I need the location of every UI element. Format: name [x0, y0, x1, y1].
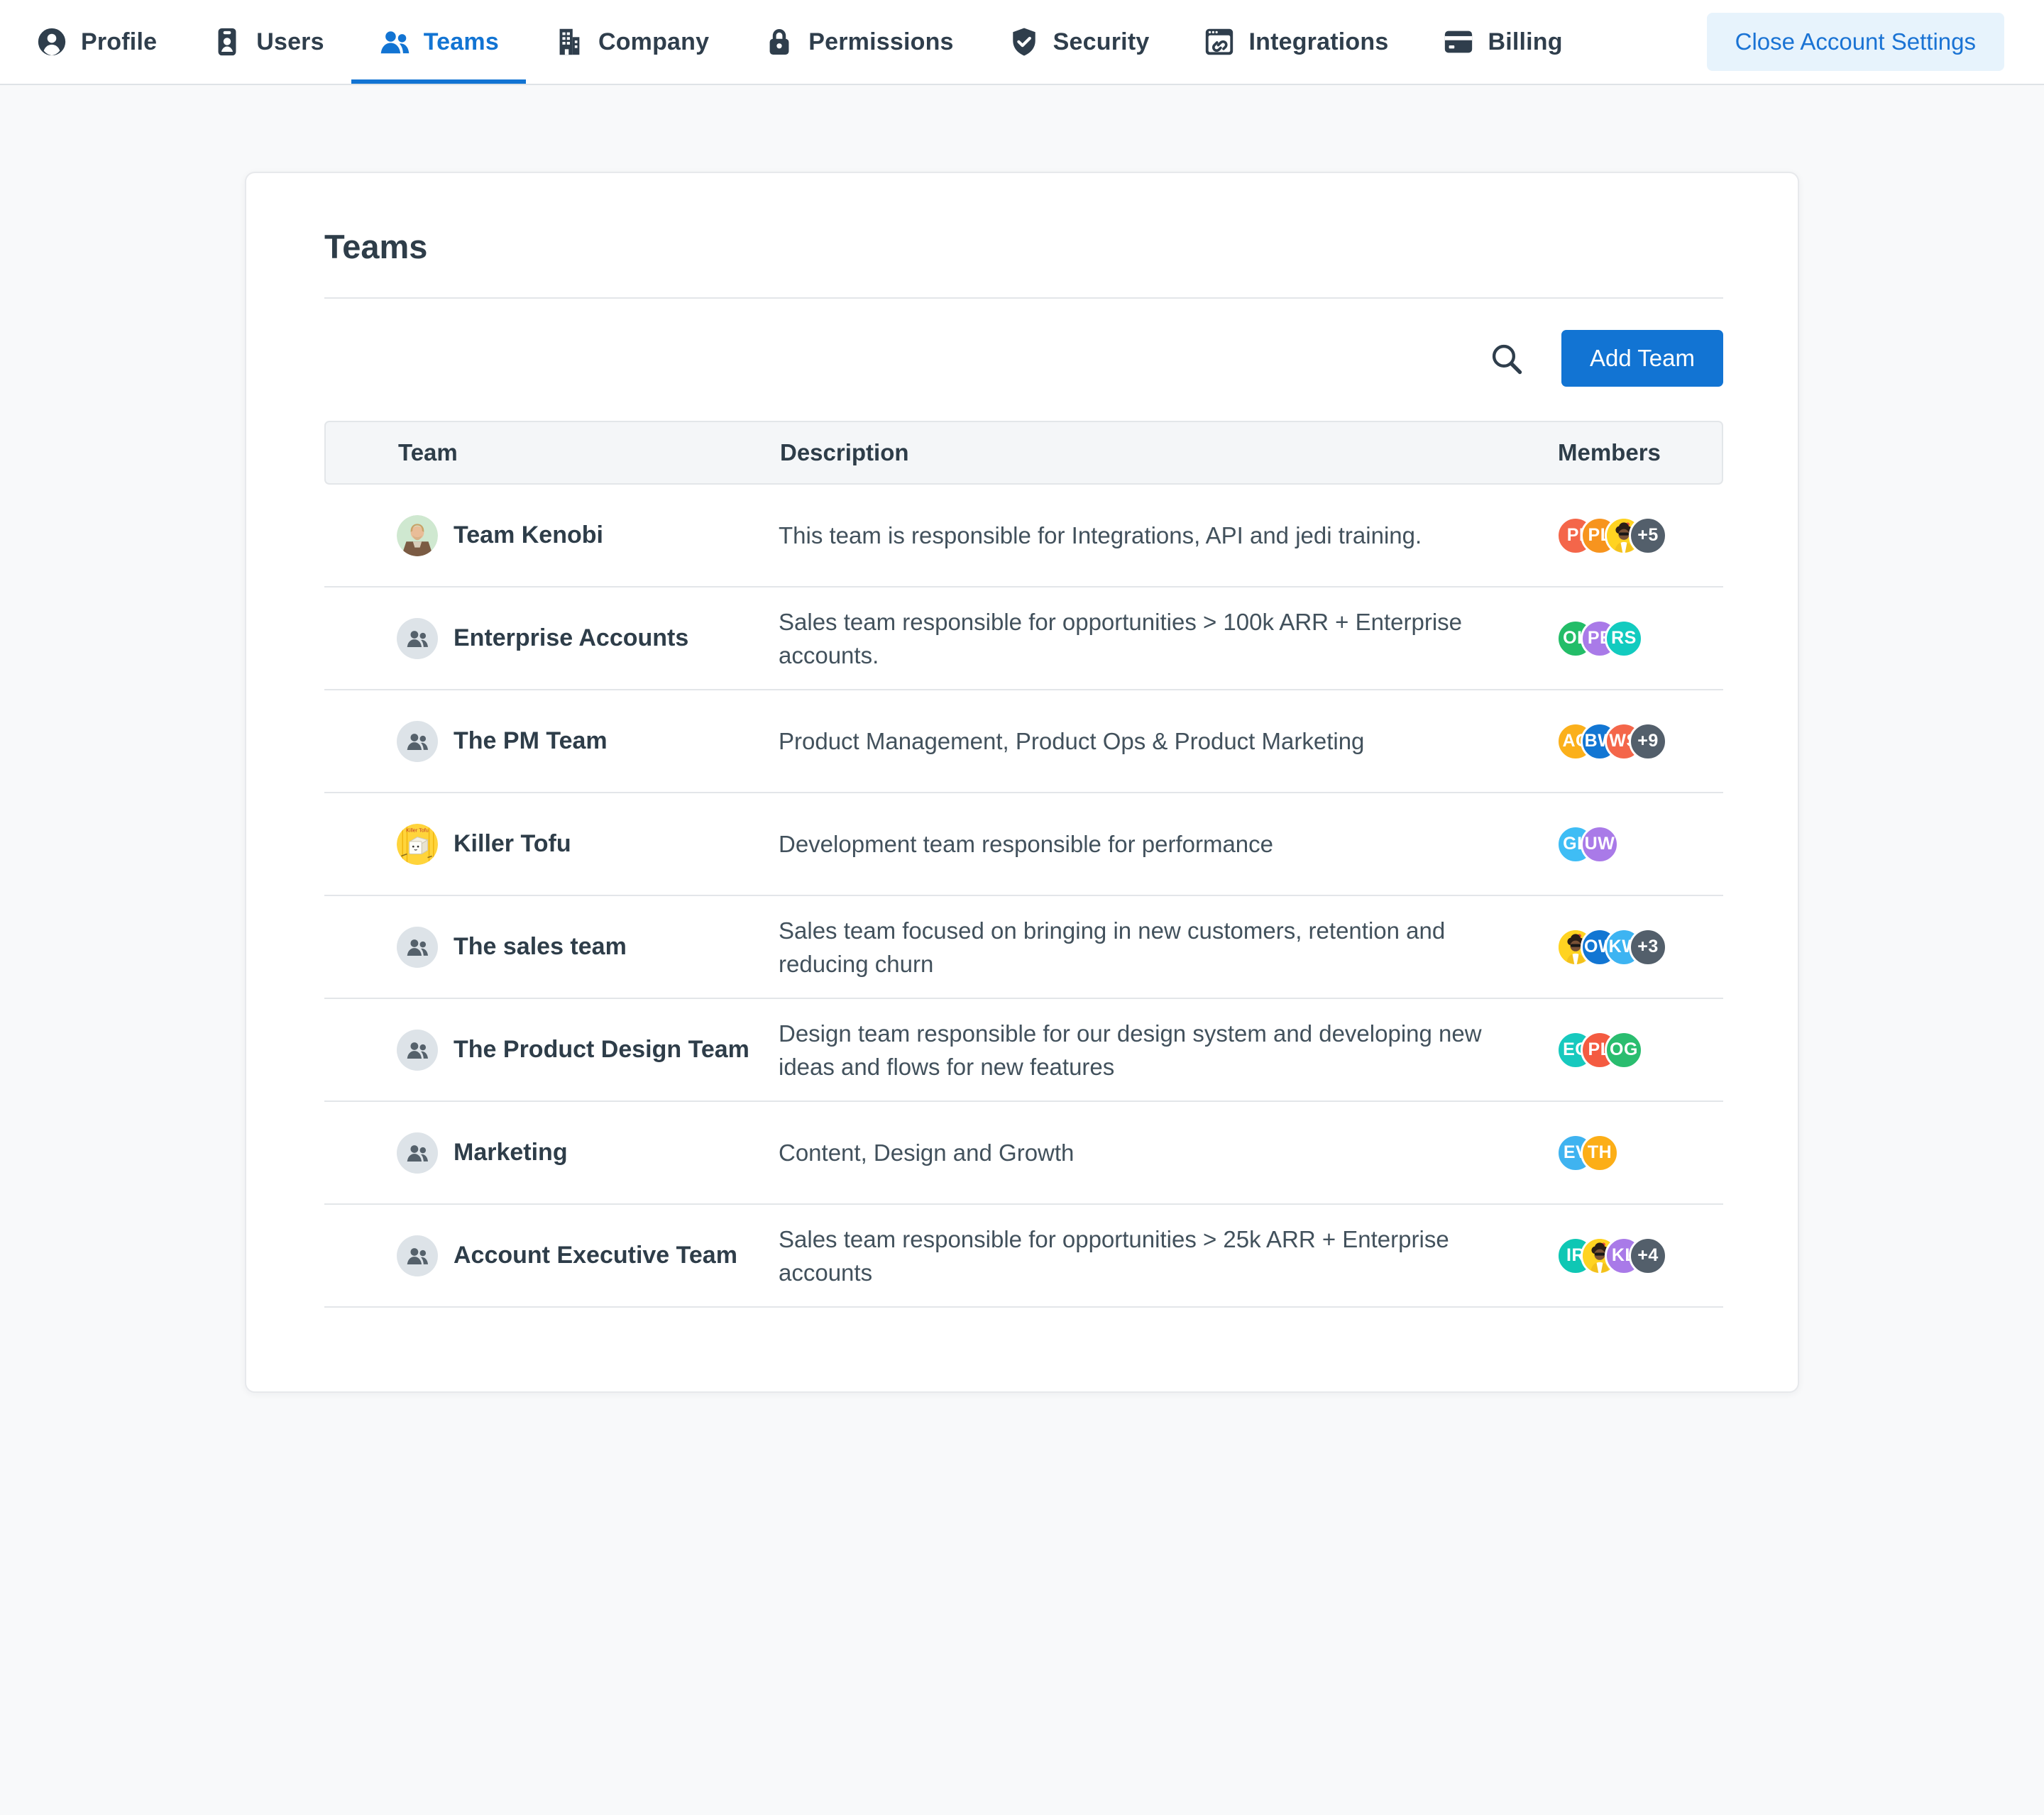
table-row[interactable]: Marketing Content, Design and GrowthEVTH: [324, 1102, 1723, 1205]
shield-check-icon: [1008, 26, 1040, 58]
table-row[interactable]: The PM Team Product Management, Product O…: [324, 690, 1723, 793]
id-badge-icon: [211, 26, 243, 58]
team-cell: Enterprise Accounts: [324, 618, 779, 659]
team-name: The sales team: [454, 933, 627, 961]
member-avatar[interactable]: OG: [1605, 1031, 1643, 1069]
member-avatar[interactable]: TH: [1581, 1134, 1619, 1172]
team-description: Development team responsible for perform…: [779, 827, 1552, 861]
team-avatar-icon: [397, 721, 438, 762]
member-avatar[interactable]: RS: [1605, 619, 1643, 658]
members-cell: OWKW+3: [1552, 928, 1723, 966]
team-avatar-icon: [397, 1132, 438, 1174]
users-icon: [378, 26, 411, 58]
tab-company[interactable]: Company: [526, 0, 736, 84]
member-avatar[interactable]: UW: [1581, 825, 1619, 864]
team-description: Sales team responsible for opportunities…: [779, 1223, 1552, 1289]
team-description: Sales team focused on bringing in new cu…: [779, 914, 1552, 981]
members-cell: ECPLOG: [1552, 1031, 1723, 1069]
browser-link-icon: [1203, 26, 1236, 58]
tab-label: Integrations: [1248, 28, 1388, 56]
team-cell: Team Kenobi: [324, 515, 779, 556]
column-header-members: Members: [1554, 439, 1722, 466]
tab-label: Permissions: [808, 28, 953, 56]
tab-permissions[interactable]: Permissions: [736, 0, 980, 84]
table-body: Team Kenobi This team is responsible for …: [324, 485, 1723, 1308]
user-circle-icon: [35, 26, 68, 58]
svg-text:Killer Tofu: Killer Tofu: [406, 827, 429, 833]
teams-card: Teams Add Team Team Description Members …: [245, 172, 1799, 1393]
team-name: Marketing: [454, 1139, 568, 1166]
top-navigation: Profile Users Teams Company Permissions Secur…: [0, 0, 2044, 85]
table-toolbar: Add Team: [324, 330, 1723, 387]
team-description: Product Management, Product Ops & Produc…: [779, 724, 1552, 758]
tofu-photo-avatar: Killer Tofu: [397, 824, 438, 865]
settings-tabs: Profile Users Teams Company Permissions Secur…: [9, 0, 1590, 84]
team-description: This team is responsible for Integration…: [779, 519, 1552, 552]
team-cell: The PM Team: [324, 721, 779, 762]
tab-label: Billing: [1488, 28, 1562, 56]
table-row[interactable]: The sales team Sales team focused on brin…: [324, 896, 1723, 999]
tab-teams[interactable]: Teams: [351, 0, 526, 84]
search-icon: [1488, 340, 1524, 377]
members-overflow-badge[interactable]: +5: [1629, 517, 1667, 555]
members-cell: ACBWWS+9: [1552, 722, 1723, 761]
team-cell: The sales team: [324, 927, 779, 968]
table-row[interactable]: Killer Tofu Killer Tofu Development team r…: [324, 793, 1723, 896]
team-name: Account Executive Team: [454, 1242, 737, 1269]
tab-label: Profile: [81, 28, 157, 56]
main-content: Teams Add Team Team Description Members …: [0, 172, 2044, 1393]
tab-profile[interactable]: Profile: [9, 0, 184, 84]
team-avatar-icon: [397, 1030, 438, 1071]
close-account-settings-button[interactable]: Close Account Settings: [1707, 13, 2004, 71]
team-cell: Account Executive Team: [324, 1235, 779, 1276]
members-overflow-badge[interactable]: +4: [1629, 1237, 1667, 1275]
tab-label: Teams: [424, 28, 499, 56]
kenobi-photo-avatar: [397, 515, 438, 556]
team-name: The Product Design Team: [454, 1036, 749, 1064]
members-cell: PIPL+5: [1552, 517, 1723, 555]
team-avatar-icon: [397, 618, 438, 659]
members-overflow-badge[interactable]: +9: [1629, 722, 1667, 761]
tab-security[interactable]: Security: [981, 0, 1177, 84]
tab-billing[interactable]: Billing: [1415, 0, 1589, 84]
table-row[interactable]: Team Kenobi This team is responsible for …: [324, 485, 1723, 587]
table-row[interactable]: Enterprise Accounts Sales team responsibl…: [324, 587, 1723, 690]
title-divider: [324, 297, 1723, 299]
tab-integrations[interactable]: Integrations: [1176, 0, 1415, 84]
team-avatar-icon: [397, 1235, 438, 1276]
team-description: Sales team responsible for opportunities…: [779, 605, 1552, 672]
team-description: Content, Design and Growth: [779, 1136, 1552, 1169]
members-cell: GLUW: [1552, 825, 1723, 864]
tab-label: Company: [598, 28, 709, 56]
lock-icon: [763, 26, 796, 58]
table-header: Team Description Members: [324, 421, 1723, 485]
team-description: Design team responsible for our design s…: [779, 1017, 1552, 1083]
team-cell: Marketing: [324, 1132, 779, 1174]
team-avatar-icon: [397, 927, 438, 968]
team-name: Killer Tofu: [454, 830, 571, 858]
column-header-team: Team: [326, 439, 780, 466]
team-name: Team Kenobi: [454, 522, 603, 549]
credit-card-icon: [1442, 26, 1475, 58]
table-row[interactable]: The Product Design Team Design team respo…: [324, 999, 1723, 1102]
team-name: The PM Team: [454, 727, 608, 755]
team-cell: The Product Design Team: [324, 1030, 779, 1071]
building-icon: [553, 26, 586, 58]
column-header-description: Description: [780, 439, 1554, 466]
members-overflow-badge[interactable]: +3: [1629, 928, 1667, 966]
members-cell: IRKL+4: [1552, 1237, 1723, 1275]
table-row[interactable]: Account Executive Team Sales team respons…: [324, 1205, 1723, 1308]
tab-label: Security: [1053, 28, 1150, 56]
members-cell: EVTH: [1552, 1134, 1723, 1172]
add-team-button[interactable]: Add Team: [1561, 330, 1723, 387]
tab-label: Users: [256, 28, 324, 56]
page-title: Teams: [324, 173, 1723, 266]
tab-users[interactable]: Users: [184, 0, 351, 84]
team-cell: Killer Tofu Killer Tofu: [324, 824, 779, 865]
search-button[interactable]: [1488, 340, 1524, 377]
team-name: Enterprise Accounts: [454, 624, 688, 652]
members-cell: OLPERS: [1552, 619, 1723, 658]
